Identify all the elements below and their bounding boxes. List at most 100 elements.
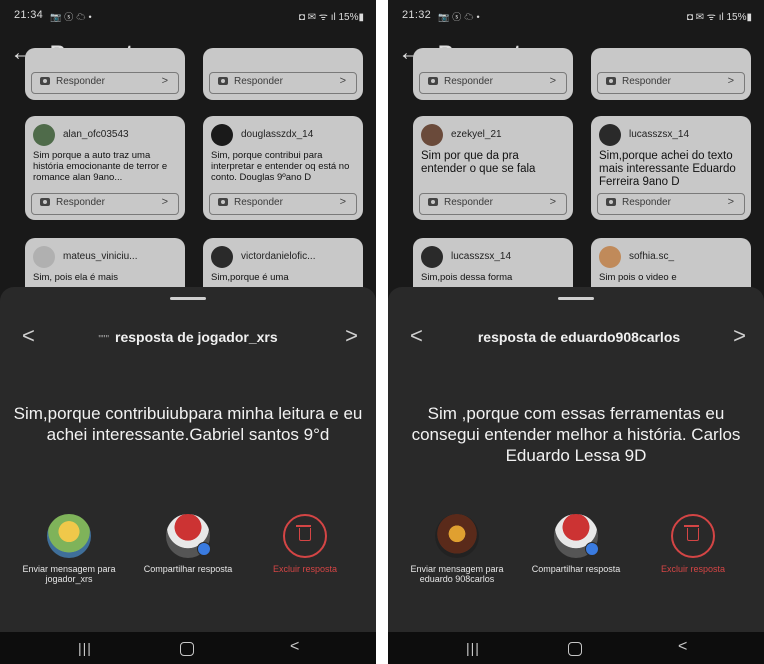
reply-button[interactable]: Responder >	[209, 72, 357, 94]
chevron-right-icon: >	[161, 196, 168, 208]
trash-glyph	[684, 525, 699, 541]
notification-icons: 📷 ⓢ ☁ •	[50, 12, 92, 22]
share-response-button[interactable]: Compartilhar resposta	[133, 514, 243, 574]
reply-button[interactable]: Responder >	[419, 193, 567, 215]
responses-grid: Responder > Responder > alan_ofc03543 Sim …	[0, 48, 376, 308]
sheet-nav: < resposta de eduardo908carlos >	[388, 323, 764, 353]
chevron-right-icon: >	[549, 75, 556, 87]
response-card[interactable]: ezekyel_21 Sim por que da pra entender o…	[413, 116, 573, 220]
response-card[interactable]: Responder >	[203, 48, 363, 100]
card-user: alan_ofc03543	[33, 124, 179, 146]
username: mateus_viniciu...	[63, 251, 138, 262]
title-prefix: """	[98, 334, 110, 345]
avatar	[211, 124, 233, 146]
camera-icon	[428, 198, 438, 206]
chevron-right-icon: >	[339, 196, 346, 208]
camera-icon	[606, 77, 616, 85]
drag-handle[interactable]	[558, 297, 594, 300]
share-response-label: Compartilhar resposta	[143, 564, 233, 574]
sheet-title-text: resposta de eduardo908carlos	[477, 329, 681, 345]
recent-apps-icon[interactable]: |||	[466, 640, 480, 656]
share-badge-icon	[585, 542, 599, 556]
response-text: Sim por que da pra entender o que se fal…	[421, 150, 536, 175]
screen-right: 21:32 📷 ⓢ ☁ • ◘ ✉ ᯤ ıl 15%▮ ← Respostas …	[388, 0, 764, 664]
username: ezekyel_21	[451, 129, 502, 140]
username: victordanielofic...	[241, 251, 316, 262]
share-avatar	[166, 514, 211, 558]
chevron-right-icon: >	[339, 75, 346, 87]
chevron-right-icon: >	[727, 196, 734, 208]
chevron-left-icon[interactable]: <	[410, 323, 423, 349]
card-user: ezekyel_21	[421, 124, 567, 146]
system-nav-bar: ||| <	[0, 632, 376, 664]
response-detail-sheet: < """ resposta de jogador_xrs > Sim,porqu…	[0, 287, 376, 632]
recent-apps-icon[interactable]: |||	[78, 640, 92, 656]
response-text: Sim porque a auto traz uma história emoc…	[33, 150, 168, 183]
reply-button[interactable]: Responder >	[597, 72, 745, 94]
response-card[interactable]: Responder >	[591, 48, 751, 100]
response-detail-sheet: < resposta de eduardo908carlos > Sim ,po…	[388, 287, 764, 632]
status-bar: 21:34 📷 ⓢ ☁ • ◘ ✉ ᯤ ıl 15%▮	[0, 0, 376, 30]
delete-response-button[interactable]: Excluir resposta	[250, 514, 360, 574]
response-text: Sim,porque achei do texto mais interessa…	[599, 150, 736, 188]
send-message-button[interactable]: Enviar mensagem para eduardo 908carlos	[402, 514, 512, 584]
status-bar: 21:32 📷 ⓢ ☁ • ◘ ✉ ᯤ ıl 15%▮	[388, 0, 764, 30]
reply-label: Responder	[234, 197, 283, 208]
chevron-right-icon[interactable]: >	[345, 323, 358, 349]
drag-handle[interactable]	[170, 297, 206, 300]
send-message-button[interactable]: Enviar mensagem para jogador_xrs	[14, 514, 124, 584]
send-message-label: Enviar mensagem para jogador_xrs	[22, 564, 116, 584]
username: douglasszdx_14	[241, 129, 314, 140]
system-back-icon[interactable]: <	[678, 638, 687, 656]
avatar	[599, 124, 621, 146]
home-icon[interactable]	[180, 642, 194, 656]
username: alan_ofc03543	[63, 129, 129, 140]
username: lucasszsx_14	[629, 129, 690, 140]
trash-icon	[671, 514, 715, 558]
camera-icon	[428, 77, 438, 85]
card-user: sofhia.sc_	[599, 246, 745, 268]
response-card[interactable]: lucasszsx_14 Sim,porque achei do texto m…	[591, 116, 751, 220]
card-user: lucasszsx_14	[599, 124, 745, 146]
response-card[interactable]: Responder >	[413, 48, 573, 100]
chevron-right-icon: >	[727, 75, 734, 87]
share-avatar	[554, 514, 599, 558]
reply-label: Responder	[444, 76, 493, 87]
username: sofhia.sc_	[629, 251, 675, 262]
send-message-label: Enviar mensagem para eduardo 908carlos	[410, 564, 504, 584]
actions-row: Enviar mensagem para jogador_xrs Compart…	[0, 514, 376, 624]
chevron-left-icon[interactable]: <	[22, 323, 35, 349]
reply-button[interactable]: Responder >	[419, 72, 567, 94]
avatar	[33, 124, 55, 146]
reply-button[interactable]: Responder >	[597, 193, 745, 215]
username: lucasszsx_14	[451, 251, 512, 262]
card-user: lucasszsx_14	[421, 246, 567, 268]
response-card[interactable]: douglasszdx_14 Sim, porque contribui par…	[203, 116, 363, 220]
camera-icon	[40, 77, 50, 85]
reply-button[interactable]: Responder >	[209, 193, 357, 215]
sheet-title-text: resposta de jogador_xrs	[115, 329, 278, 345]
delete-response-label: Excluir resposta	[272, 564, 338, 574]
home-icon[interactable]	[568, 642, 582, 656]
delete-response-label: Excluir resposta	[660, 564, 726, 574]
chevron-right-icon: >	[549, 196, 556, 208]
reply-label: Responder	[622, 197, 671, 208]
system-back-icon[interactable]: <	[290, 638, 299, 656]
camera-icon	[606, 198, 616, 206]
reply-label: Responder	[622, 76, 671, 87]
reply-button[interactable]: Responder >	[31, 193, 179, 215]
chevron-right-icon[interactable]: >	[733, 323, 746, 349]
avatar	[33, 246, 55, 268]
response-card[interactable]: Responder >	[25, 48, 185, 100]
system-nav-bar: ||| <	[388, 632, 764, 664]
camera-icon	[40, 198, 50, 206]
actions-row: Enviar mensagem para eduardo 908carlos C…	[388, 514, 764, 624]
reply-button[interactable]: Responder >	[31, 72, 179, 94]
card-user: victordanielofic...	[211, 246, 357, 268]
reply-label: Responder	[234, 76, 283, 87]
response-card[interactable]: alan_ofc03543 Sim porque a auto traz uma…	[25, 116, 185, 220]
delete-response-button[interactable]: Excluir resposta	[638, 514, 748, 574]
card-user: douglasszdx_14	[211, 124, 357, 146]
share-response-button[interactable]: Compartilhar resposta	[521, 514, 631, 574]
sheet-nav: < """ resposta de jogador_xrs >	[0, 323, 376, 353]
